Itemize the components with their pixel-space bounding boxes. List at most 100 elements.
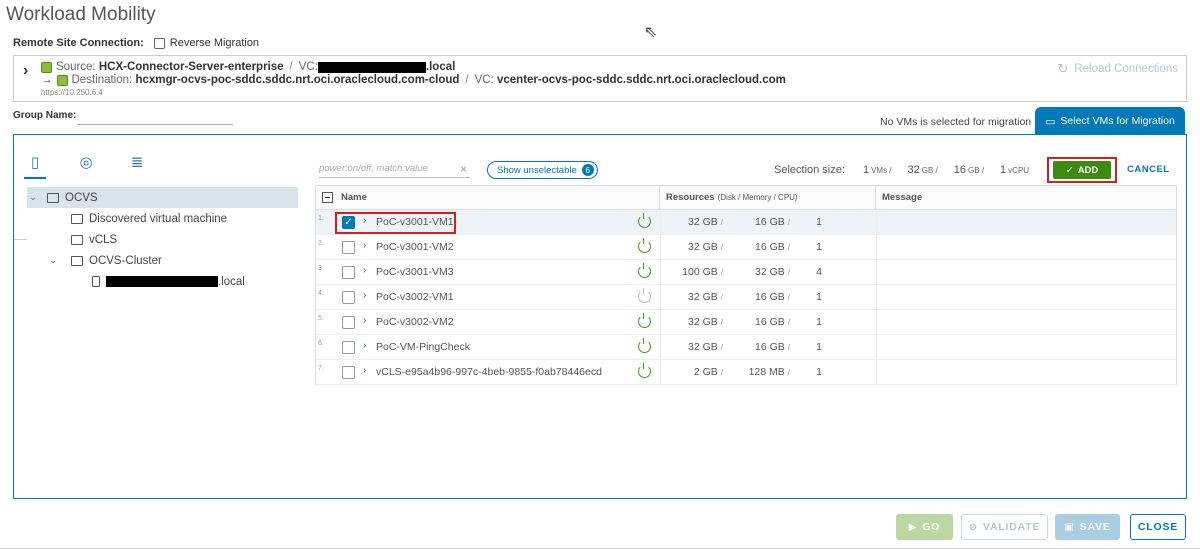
column-resources[interactable]: Resources (Disk / Memory / CPU)	[660, 186, 876, 209]
column-name[interactable]: Name	[316, 186, 660, 209]
disk-text: 32 GB	[687, 341, 718, 353]
site-icon	[56, 74, 68, 86]
host-icon	[92, 276, 100, 287]
cpu-value: 1	[816, 291, 822, 303]
table-row[interactable]: 5. › PoC-v3002-VM2 32 GB/16 GB/1	[315, 310, 1177, 335]
hosts-clusters-view-tab[interactable]: ▯	[24, 153, 46, 179]
vm-name: PoC-VM-PingCheck	[376, 341, 470, 353]
table-row[interactable]: 2. › PoC-v3001-VM2 32 GB/16 GB/1	[315, 235, 1177, 260]
reverse-migration-checkbox[interactable]	[153, 37, 165, 49]
clear-icon[interactable]: ×	[460, 162, 467, 176]
cell-message	[876, 260, 1176, 284]
destination-name: hcxmgr-ocvs-poc-sddc.sddc.nrt.oci.oracle…	[135, 74, 460, 86]
row-checkbox[interactable]: ✓	[342, 216, 355, 229]
cell-resources: 32 GB/16 GB/1	[660, 310, 876, 334]
source-name: HCX-Connector-Server-enterprise	[98, 61, 284, 73]
refresh-icon: ↻	[1057, 61, 1069, 76]
tree-node-host[interactable]: .local	[27, 271, 298, 292]
close-button[interactable]: CLOSE	[1130, 514, 1186, 540]
separator: /	[720, 343, 723, 352]
chevron-right-icon[interactable]: ›	[363, 365, 366, 376]
separator: /	[787, 318, 790, 327]
row-checkbox[interactable]	[342, 341, 355, 354]
select-all-checkbox[interactable]	[322, 192, 333, 203]
cell-resources: 32 GB/16 GB/1	[660, 235, 876, 259]
source-vc-label: VC:	[298, 61, 318, 73]
reverse-migration-label[interactable]: Reverse Migration	[170, 37, 259, 49]
chevron-right-icon[interactable]: ›	[363, 240, 366, 251]
inventory-tree: ⌄ OCVS Discovered virtual machine vCLS ⌄…	[27, 187, 298, 292]
chevron-right-icon[interactable]: ›	[363, 340, 366, 351]
row-number: 6.	[318, 340, 324, 347]
database-icon: ≣	[130, 154, 144, 171]
memory-value: 128 MB /	[749, 366, 790, 378]
tree-view-tabs: ▯ ◎ ≣	[24, 153, 148, 179]
power-icon	[638, 238, 651, 253]
separator: /	[720, 218, 723, 227]
separator: /	[787, 268, 790, 277]
tree-node-cluster[interactable]: ⌄ OCVS-Cluster	[27, 250, 298, 271]
cancel-button[interactable]: CANCEL	[1127, 164, 1170, 175]
connection-selector[interactable]: › Source: HCX-Connector-Server-enterpris…	[13, 55, 1187, 102]
cell-name: 4. › PoC-v3002-VM1	[316, 285, 660, 309]
tree-node-vcls[interactable]: vCLS	[27, 229, 298, 250]
check-icon: ✓	[1065, 164, 1074, 176]
tree-node-discovered[interactable]: Discovered virtual machine	[27, 208, 298, 229]
vm-name: PoC-v3002-VM1	[376, 291, 454, 303]
check-circle-icon: ⊘	[968, 521, 978, 533]
cpu-value: 1	[816, 341, 822, 353]
separator: /	[787, 218, 790, 227]
selection-cpu-unit: vCPU	[1008, 166, 1030, 175]
host-icon: ▯	[30, 154, 40, 171]
row-checkbox[interactable]	[342, 316, 355, 329]
datacenter-icon	[47, 192, 59, 203]
chevron-right-icon[interactable]: ›	[23, 62, 28, 80]
table-row[interactable]: 4. › PoC-v3002-VM1 32 GB/16 GB/1	[315, 285, 1177, 310]
save-button[interactable]: ▣ SAVE	[1055, 514, 1120, 540]
separator: /	[720, 368, 723, 377]
chevron-down-icon[interactable]: ⌄	[27, 192, 39, 203]
separator: /	[720, 293, 723, 302]
column-message[interactable]: Message	[876, 186, 1176, 209]
chevron-right-icon[interactable]: ›	[363, 215, 366, 226]
memory-value: 16 GB /	[755, 241, 790, 253]
select-vms-label: Select VMs for Migration	[1060, 115, 1175, 127]
tree-node-ocvs[interactable]: ⌄ OCVS	[27, 187, 298, 208]
chevron-right-icon[interactable]: ›	[363, 315, 366, 326]
chevron-right-icon[interactable]: ›	[363, 265, 366, 276]
disk-value: 32 GB /	[688, 241, 723, 253]
storage-view-tab[interactable]: ≣	[126, 153, 148, 179]
separator: /	[787, 243, 790, 252]
group-name-input[interactable]	[77, 108, 233, 125]
chevron-down-icon[interactable]: ⌄	[47, 255, 59, 266]
validate-button[interactable]: ⊘ VALIDATE	[961, 514, 1048, 540]
table-row[interactable]: 1. ✓ › PoC-v3001-VM1 32 GB/16 GB/1	[315, 210, 1177, 235]
cell-resources: 32 GB/16 GB/1	[660, 210, 876, 234]
power-icon	[638, 338, 651, 353]
table-row[interactable]: 6. › PoC-VM-PingCheck 32 GB/16 GB/1	[315, 335, 1177, 360]
reload-connections-button[interactable]: ↻ Reload Connections	[1058, 61, 1178, 77]
show-unselectable-button[interactable]: Show unselectable 6	[487, 161, 598, 179]
row-checkbox[interactable]	[342, 366, 355, 379]
disk-value: 100 GB /	[682, 266, 723, 278]
memory-value: 16 GB /	[755, 316, 790, 328]
vm-name: vCLS-e95a4b96-997c-4beb-9855-f0ab78446ec…	[376, 366, 602, 378]
table-row[interactable]: 3. › PoC-v3001-VM3 100 GB/32 GB/4	[315, 260, 1177, 285]
globe-icon: ◎	[79, 154, 93, 171]
select-vms-tab[interactable]: ▭ Select VMs for Migration	[1035, 107, 1185, 135]
tree-node-label: OCVS-Cluster	[89, 254, 162, 267]
remote-site-row: Remote Site Connection: Reverse Migratio…	[13, 37, 259, 49]
folder-open-icon: ▭	[1045, 115, 1056, 128]
filter-input[interactable]: power:on/off, match:value	[319, 163, 470, 178]
selection-size: Selection size: 1 VMs / 32 GB / 16 GB / …	[774, 164, 1029, 176]
row-checkbox[interactable]	[342, 241, 355, 254]
vms-templates-view-tab[interactable]: ◎	[75, 153, 97, 179]
chevron-right-icon[interactable]: ›	[363, 290, 366, 301]
table-row[interactable]: 7. › vCLS-e95a4b96-997c-4beb-9855-f0ab7844…	[315, 360, 1177, 385]
row-checkbox[interactable]	[342, 266, 355, 279]
row-checkbox[interactable]	[342, 291, 355, 304]
add-button[interactable]: ✓ ADD	[1053, 161, 1111, 179]
cell-name: 6. › PoC-VM-PingCheck	[316, 335, 660, 359]
cell-resources: 2 GB/128 MB/1	[660, 360, 876, 384]
go-button[interactable]: ▶ GO	[896, 514, 953, 540]
